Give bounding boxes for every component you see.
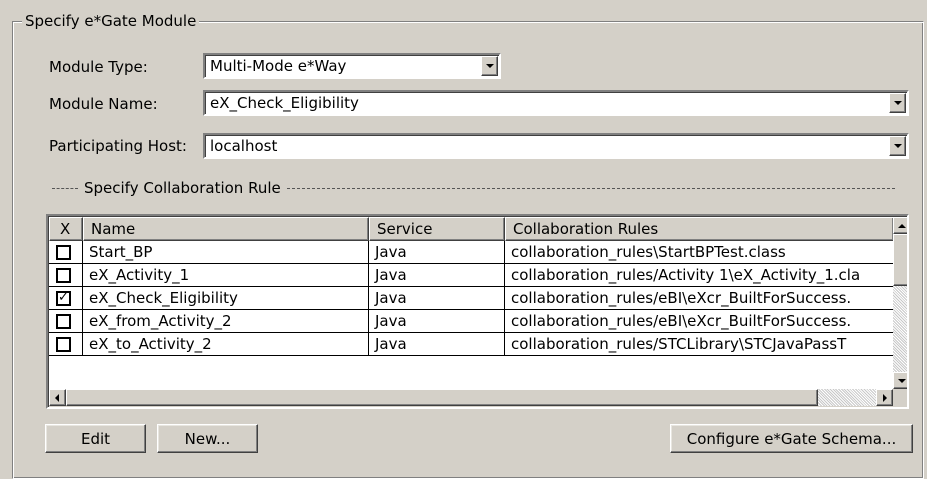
column-header-name[interactable]: Name xyxy=(83,217,369,241)
service-cell: Java xyxy=(369,264,505,287)
chevron-down-icon xyxy=(894,144,902,148)
scroll-left-button[interactable] xyxy=(49,389,66,406)
table-row[interactable]: eX_Activity_1 Java collaboration_rules/A… xyxy=(49,264,894,287)
rules-cell: collaboration_rules/eBI\eXcr_BuiltForSuc… xyxy=(505,310,894,333)
column-header-collaboration-rules[interactable]: Collaboration Rules xyxy=(505,217,894,241)
rules-cell: collaboration_rules/STCLibrary\STCJavaPa… xyxy=(505,333,894,356)
participating-host-value: localhost xyxy=(210,137,278,155)
new-button[interactable]: New... xyxy=(157,424,258,453)
participating-host-dropdown-button[interactable] xyxy=(889,136,906,156)
rules-cell: collaboration_rules/eBI\eXcr_BuiltForSuc… xyxy=(505,287,894,310)
service-cell: Java xyxy=(369,287,505,310)
arrow-up-icon xyxy=(898,224,906,228)
row-checkbox[interactable] xyxy=(56,337,71,352)
module-name-value: eX_Check_Eligibility xyxy=(210,94,359,112)
horizontal-scroll-thumb[interactable] xyxy=(66,389,818,406)
participating-host-label: Participating Host: xyxy=(49,137,187,155)
section-divider xyxy=(286,188,895,189)
name-cell: Start_BP xyxy=(83,241,369,264)
edit-button[interactable]: Edit xyxy=(45,424,146,453)
group-title: Specify e*Gate Module xyxy=(22,12,200,30)
row-checkbox[interactable] xyxy=(56,268,71,283)
check-cell: ✓ xyxy=(49,287,83,310)
checkmark-icon: ✓ xyxy=(58,290,69,305)
module-name-dropdown-button[interactable] xyxy=(889,93,906,113)
scroll-down-button[interactable] xyxy=(893,372,907,389)
horizontal-scrollbar[interactable] xyxy=(49,389,893,406)
check-cell xyxy=(49,241,83,264)
table-row[interactable]: eX_to_Activity_2 Java collaboration_rule… xyxy=(49,333,894,356)
participating-host-combobox[interactable]: localhost xyxy=(203,133,909,159)
scroll-up-button[interactable] xyxy=(893,217,907,234)
arrow-right-icon xyxy=(883,394,887,402)
scrollbar-corner xyxy=(893,389,907,406)
name-cell: eX_to_Activity_2 xyxy=(83,333,369,356)
column-header-check[interactable]: X xyxy=(49,217,83,241)
horizontal-scroll-track[interactable] xyxy=(818,389,876,406)
table-row[interactable]: eX_from_Activity_2 Java collaboration_ru… xyxy=(49,310,894,333)
name-cell: eX_Check_Eligibility xyxy=(83,287,369,310)
collaboration-rules-table[interactable]: X Name Service Collaboration Rules Start… xyxy=(46,214,909,409)
check-cell xyxy=(49,264,83,287)
rules-cell: collaboration_rules/Activity 1\eX_Activi… xyxy=(505,264,894,287)
vertical-scrollbar[interactable] xyxy=(893,217,907,389)
module-name-combobox[interactable]: eX_Check_Eligibility xyxy=(203,90,909,116)
service-cell: Java xyxy=(369,241,505,264)
arrow-down-icon xyxy=(898,379,906,383)
check-cell xyxy=(49,333,83,356)
check-cell xyxy=(49,310,83,333)
module-name-label: Module Name: xyxy=(49,95,158,113)
section-divider xyxy=(52,188,78,189)
configure-schema-button[interactable]: Configure e*Gate Schema... xyxy=(670,424,913,453)
row-checkbox[interactable] xyxy=(56,314,71,329)
name-cell: eX_Activity_1 xyxy=(83,264,369,287)
arrow-left-icon xyxy=(55,394,59,402)
module-type-dropdown-button[interactable] xyxy=(481,56,498,76)
service-cell: Java xyxy=(369,333,505,356)
table-row[interactable]: Start_BP Java collaboration_rules\StartB… xyxy=(49,241,894,264)
module-type-value: Multi-Mode e*Way xyxy=(210,57,347,75)
chevron-down-icon xyxy=(486,64,494,68)
service-cell: Java xyxy=(369,310,505,333)
table-row[interactable]: ✓ eX_Check_Eligibility Java collaboratio… xyxy=(49,287,894,310)
chevron-down-icon xyxy=(894,101,902,105)
row-checkbox[interactable]: ✓ xyxy=(56,290,71,306)
collaboration-rule-section: Specify Collaboration Rule xyxy=(52,179,912,197)
table-header: X Name Service Collaboration Rules xyxy=(49,217,894,241)
module-type-label: Module Type: xyxy=(49,58,148,76)
module-type-select[interactable]: Multi-Mode e*Way xyxy=(203,53,501,79)
vertical-scroll-track[interactable] xyxy=(893,286,907,372)
scroll-right-button[interactable] xyxy=(876,389,893,406)
collaboration-rule-section-title: Specify Collaboration Rule xyxy=(84,179,281,197)
name-cell: eX_from_Activity_2 xyxy=(83,310,369,333)
vertical-scroll-thumb[interactable] xyxy=(893,234,907,286)
rules-cell: collaboration_rules\StartBPTest.class xyxy=(505,241,894,264)
row-checkbox[interactable] xyxy=(56,245,71,260)
column-header-service[interactable]: Service xyxy=(369,217,505,241)
